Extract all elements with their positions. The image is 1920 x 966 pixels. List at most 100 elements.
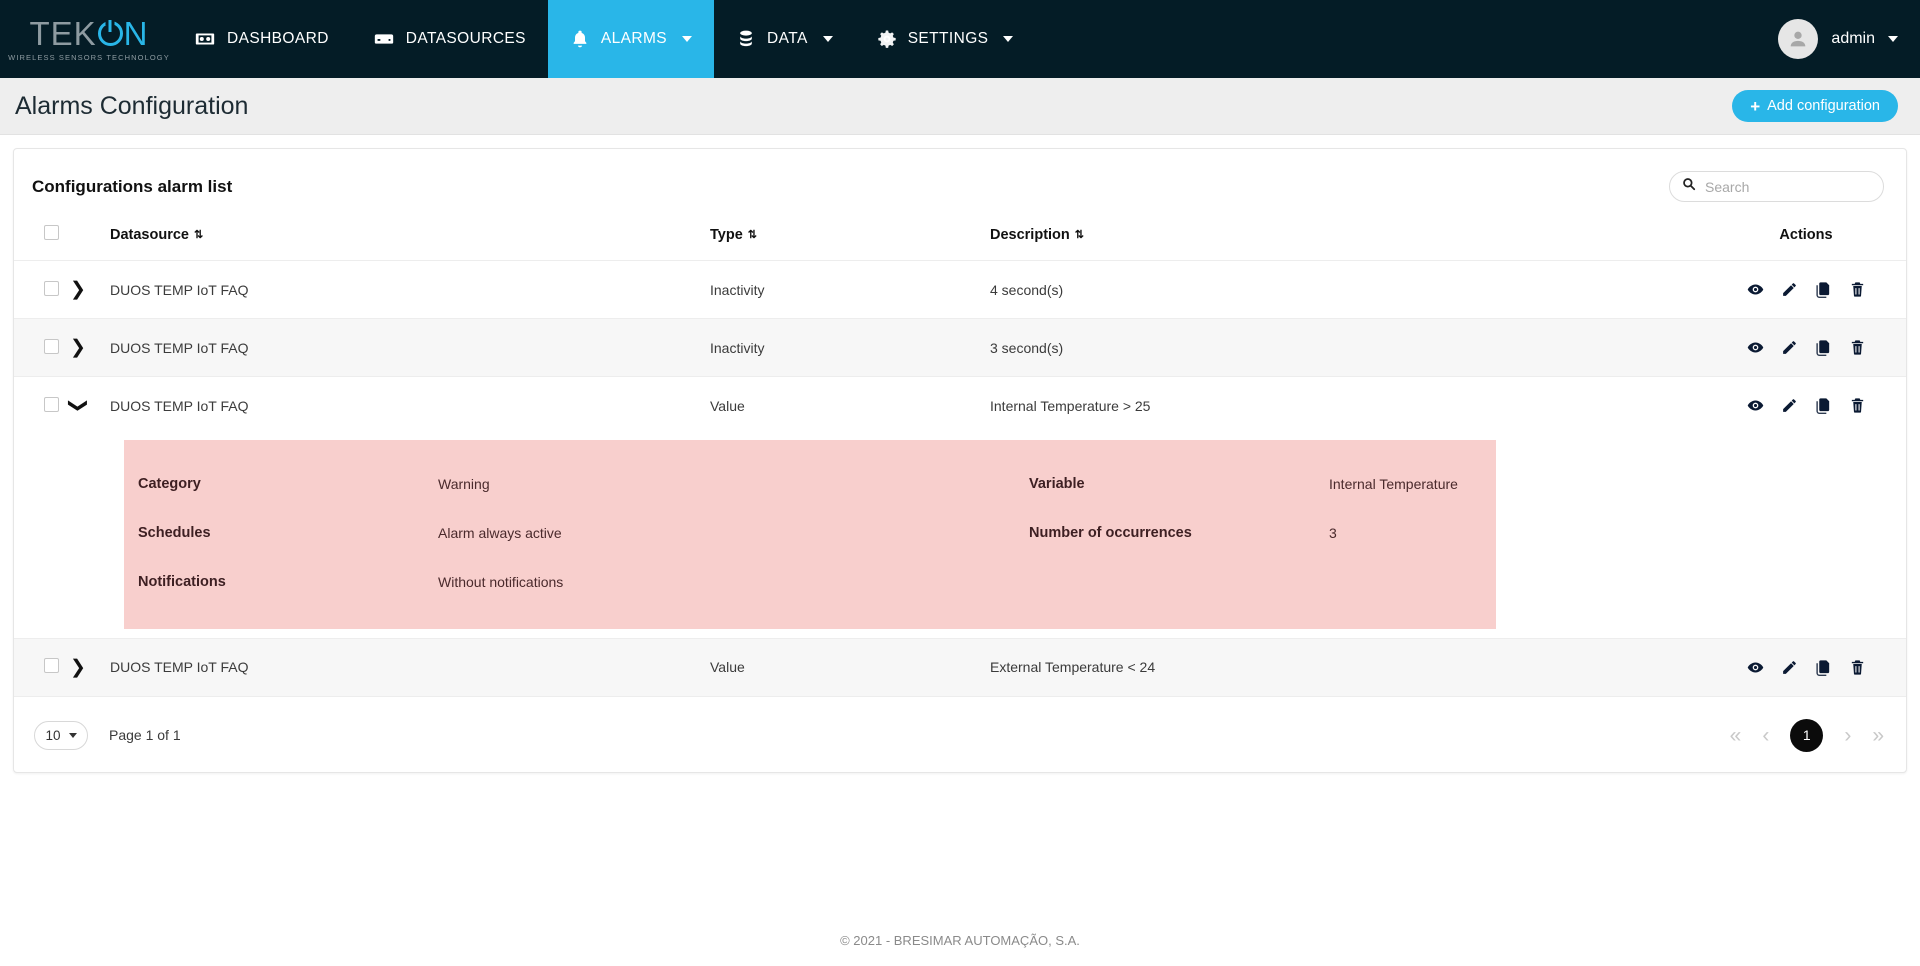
table-head: Datasource ⇅ Type ⇅ Description ⇅ Actions [14, 216, 1906, 261]
nav-item-dashboard-label: DASHBOARD [227, 30, 329, 47]
row-datasource: DUOS TEMP IoT FAQ [110, 260, 710, 319]
nav-item-settings[interactable]: SETTINGS [855, 0, 1036, 78]
nav-item-settings-label: SETTINGS [907, 30, 989, 47]
row-type: Inactivity [710, 318, 990, 377]
expand-header [70, 216, 110, 261]
row-expand-cell: ❯ [70, 638, 110, 697]
pager: « ‹ 1 › » [1730, 718, 1884, 752]
eye-icon[interactable] [1747, 659, 1764, 676]
eye-icon[interactable] [1747, 397, 1764, 414]
dashboard-icon [194, 28, 216, 50]
sort-icon[interactable]: ⇅ [1075, 229, 1084, 241]
user-name: admin [1831, 30, 1875, 47]
nav-item-dashboard[interactable]: DASHBOARD [172, 0, 351, 78]
row-datasource: DUOS TEMP IoT FAQ [110, 638, 710, 697]
table-row[interactable]: ❯ DUOS TEMP IoT FAQ Value External Tempe… [14, 638, 1906, 697]
row-actions-cell [1706, 260, 1906, 319]
first-page-button[interactable]: « [1730, 725, 1742, 746]
row-checkbox[interactable] [44, 658, 59, 673]
row-actions [1706, 281, 1906, 298]
chevron-right-icon[interactable]: ❯ [70, 658, 86, 677]
pencil-icon[interactable] [1781, 659, 1798, 676]
last-page-button[interactable]: » [1872, 725, 1884, 746]
row-description: Internal Temperature > 25 [990, 397, 1151, 414]
pencil-icon[interactable] [1781, 339, 1798, 356]
trash-icon[interactable] [1849, 281, 1866, 298]
detail-value: Internal Temperature [1329, 476, 1458, 492]
detail-value: Warning [438, 476, 490, 492]
eye-icon[interactable] [1747, 339, 1764, 356]
trash-icon[interactable] [1849, 339, 1866, 356]
select-all-checkbox[interactable] [44, 225, 59, 240]
table-header-row: Datasource ⇅ Type ⇅ Description ⇅ Actions [14, 216, 1906, 261]
user-menu[interactable]: admin [1778, 19, 1898, 59]
row-datasource: DUOS TEMP IoT FAQ [110, 318, 710, 377]
detail-key: Variable [1029, 476, 1085, 492]
trash-icon[interactable] [1849, 659, 1866, 676]
column-header-datasource[interactable]: Datasource ⇅ [110, 216, 710, 261]
card-header: Configurations alarm list [14, 149, 1906, 216]
copy-icon[interactable] [1815, 339, 1832, 356]
nav-items: DASHBOARD DATASOURCES ALARMS DATA SETTIN… [172, 0, 1035, 78]
trash-icon[interactable] [1849, 397, 1866, 414]
row-checkbox[interactable] [44, 280, 59, 296]
table-row[interactable]: ❯ DUOS TEMP IoT FAQ Inactivity 3 second(… [14, 318, 1906, 377]
alarm-detail-panel: Category Warning Schedules Alarm always … [124, 439, 1496, 629]
eye-icon[interactable] [1747, 281, 1764, 298]
chevron-down-icon [682, 36, 693, 42]
brand-name-part1: TEK [29, 14, 97, 52]
prev-page-button[interactable]: ‹ [1762, 725, 1769, 746]
detail-column-left: Category Warning Schedules Alarm always … [124, 460, 1029, 607]
row-expand-cell: ❯ [67, 377, 110, 435]
table-row-detail: Category Warning Schedules Alarm always … [14, 434, 1906, 639]
row-actions-cell [1706, 377, 1906, 435]
gear-icon [877, 29, 897, 49]
page-info: Page 1 of 1 [109, 727, 181, 743]
row-checkbox[interactable] [44, 396, 59, 412]
add-configuration-label: Add configuration [1767, 98, 1880, 114]
column-header-description[interactable]: Description ⇅ [990, 216, 1706, 261]
pencil-icon[interactable] [1781, 397, 1798, 414]
pencil-icon[interactable] [1781, 281, 1798, 298]
nav-item-data[interactable]: DATA [714, 0, 855, 78]
row-checkbox[interactable] [44, 338, 59, 354]
row-actions-cell [1706, 638, 1906, 697]
detail-field-variable: Variable Internal Temperature [1029, 460, 1496, 509]
plus-icon: + [1750, 96, 1761, 116]
footer: © 2021 - BRESIMAR AUTOMAÇÃO, S.A. [840, 933, 1080, 948]
column-header-type[interactable]: Type ⇅ [710, 216, 990, 261]
page-size-value: 10 [45, 727, 61, 743]
nav-item-alarms[interactable]: ALARMS [547, 0, 715, 78]
row-actions [1706, 339, 1906, 356]
copy-icon[interactable] [1815, 281, 1832, 298]
chevron-right-icon[interactable]: ❯ [70, 280, 86, 299]
search-input[interactable] [1705, 178, 1871, 195]
bell-icon [570, 29, 590, 49]
card-title: Configurations alarm list [32, 176, 233, 196]
page-size-select[interactable]: 10 [34, 720, 88, 750]
sort-icon[interactable]: ⇅ [194, 229, 203, 241]
row-select-cell [14, 638, 70, 697]
row-select-cell [14, 260, 70, 319]
copy-icon[interactable] [1815, 397, 1832, 415]
nav-item-datasources[interactable]: DATASOURCES [351, 0, 548, 78]
table-row[interactable]: ❯ DUOS TEMP IoT FAQ Inactivity 4 second(… [14, 260, 1906, 319]
brand-wordmark: TEK N [29, 17, 148, 50]
next-page-button[interactable]: › [1844, 725, 1851, 746]
add-configuration-button[interactable]: + Add configuration [1732, 90, 1898, 122]
copy-icon[interactable] [1815, 659, 1832, 676]
detail-field-schedules: Schedules Alarm always active [138, 509, 1029, 558]
sort-icon[interactable]: ⇅ [748, 229, 757, 241]
column-header-actions-label: Actions [1779, 226, 1833, 243]
alarm-configurations-table: Datasource ⇅ Type ⇅ Description ⇅ Actions [14, 216, 1906, 697]
detail-field-notifications: Notifications Without notifications [138, 558, 1029, 607]
chevron-down-icon [1888, 36, 1898, 42]
row-datasource: DUOS TEMP IoT FAQ [110, 397, 249, 414]
table-row[interactable]: ❯ DUOS TEMP IoT FAQ Value Internal Tempe… [14, 377, 1906, 435]
chevron-right-icon[interactable]: ❯ [70, 338, 86, 357]
search-box[interactable] [1669, 171, 1884, 202]
brand-logo[interactable]: TEK N WIRELESS SENSORS TECHNOLOGY [0, 17, 172, 62]
chevron-down-icon[interactable]: ❯ [67, 398, 88, 414]
row-actions [1706, 397, 1906, 415]
page-number-button[interactable]: 1 [1790, 718, 1824, 752]
